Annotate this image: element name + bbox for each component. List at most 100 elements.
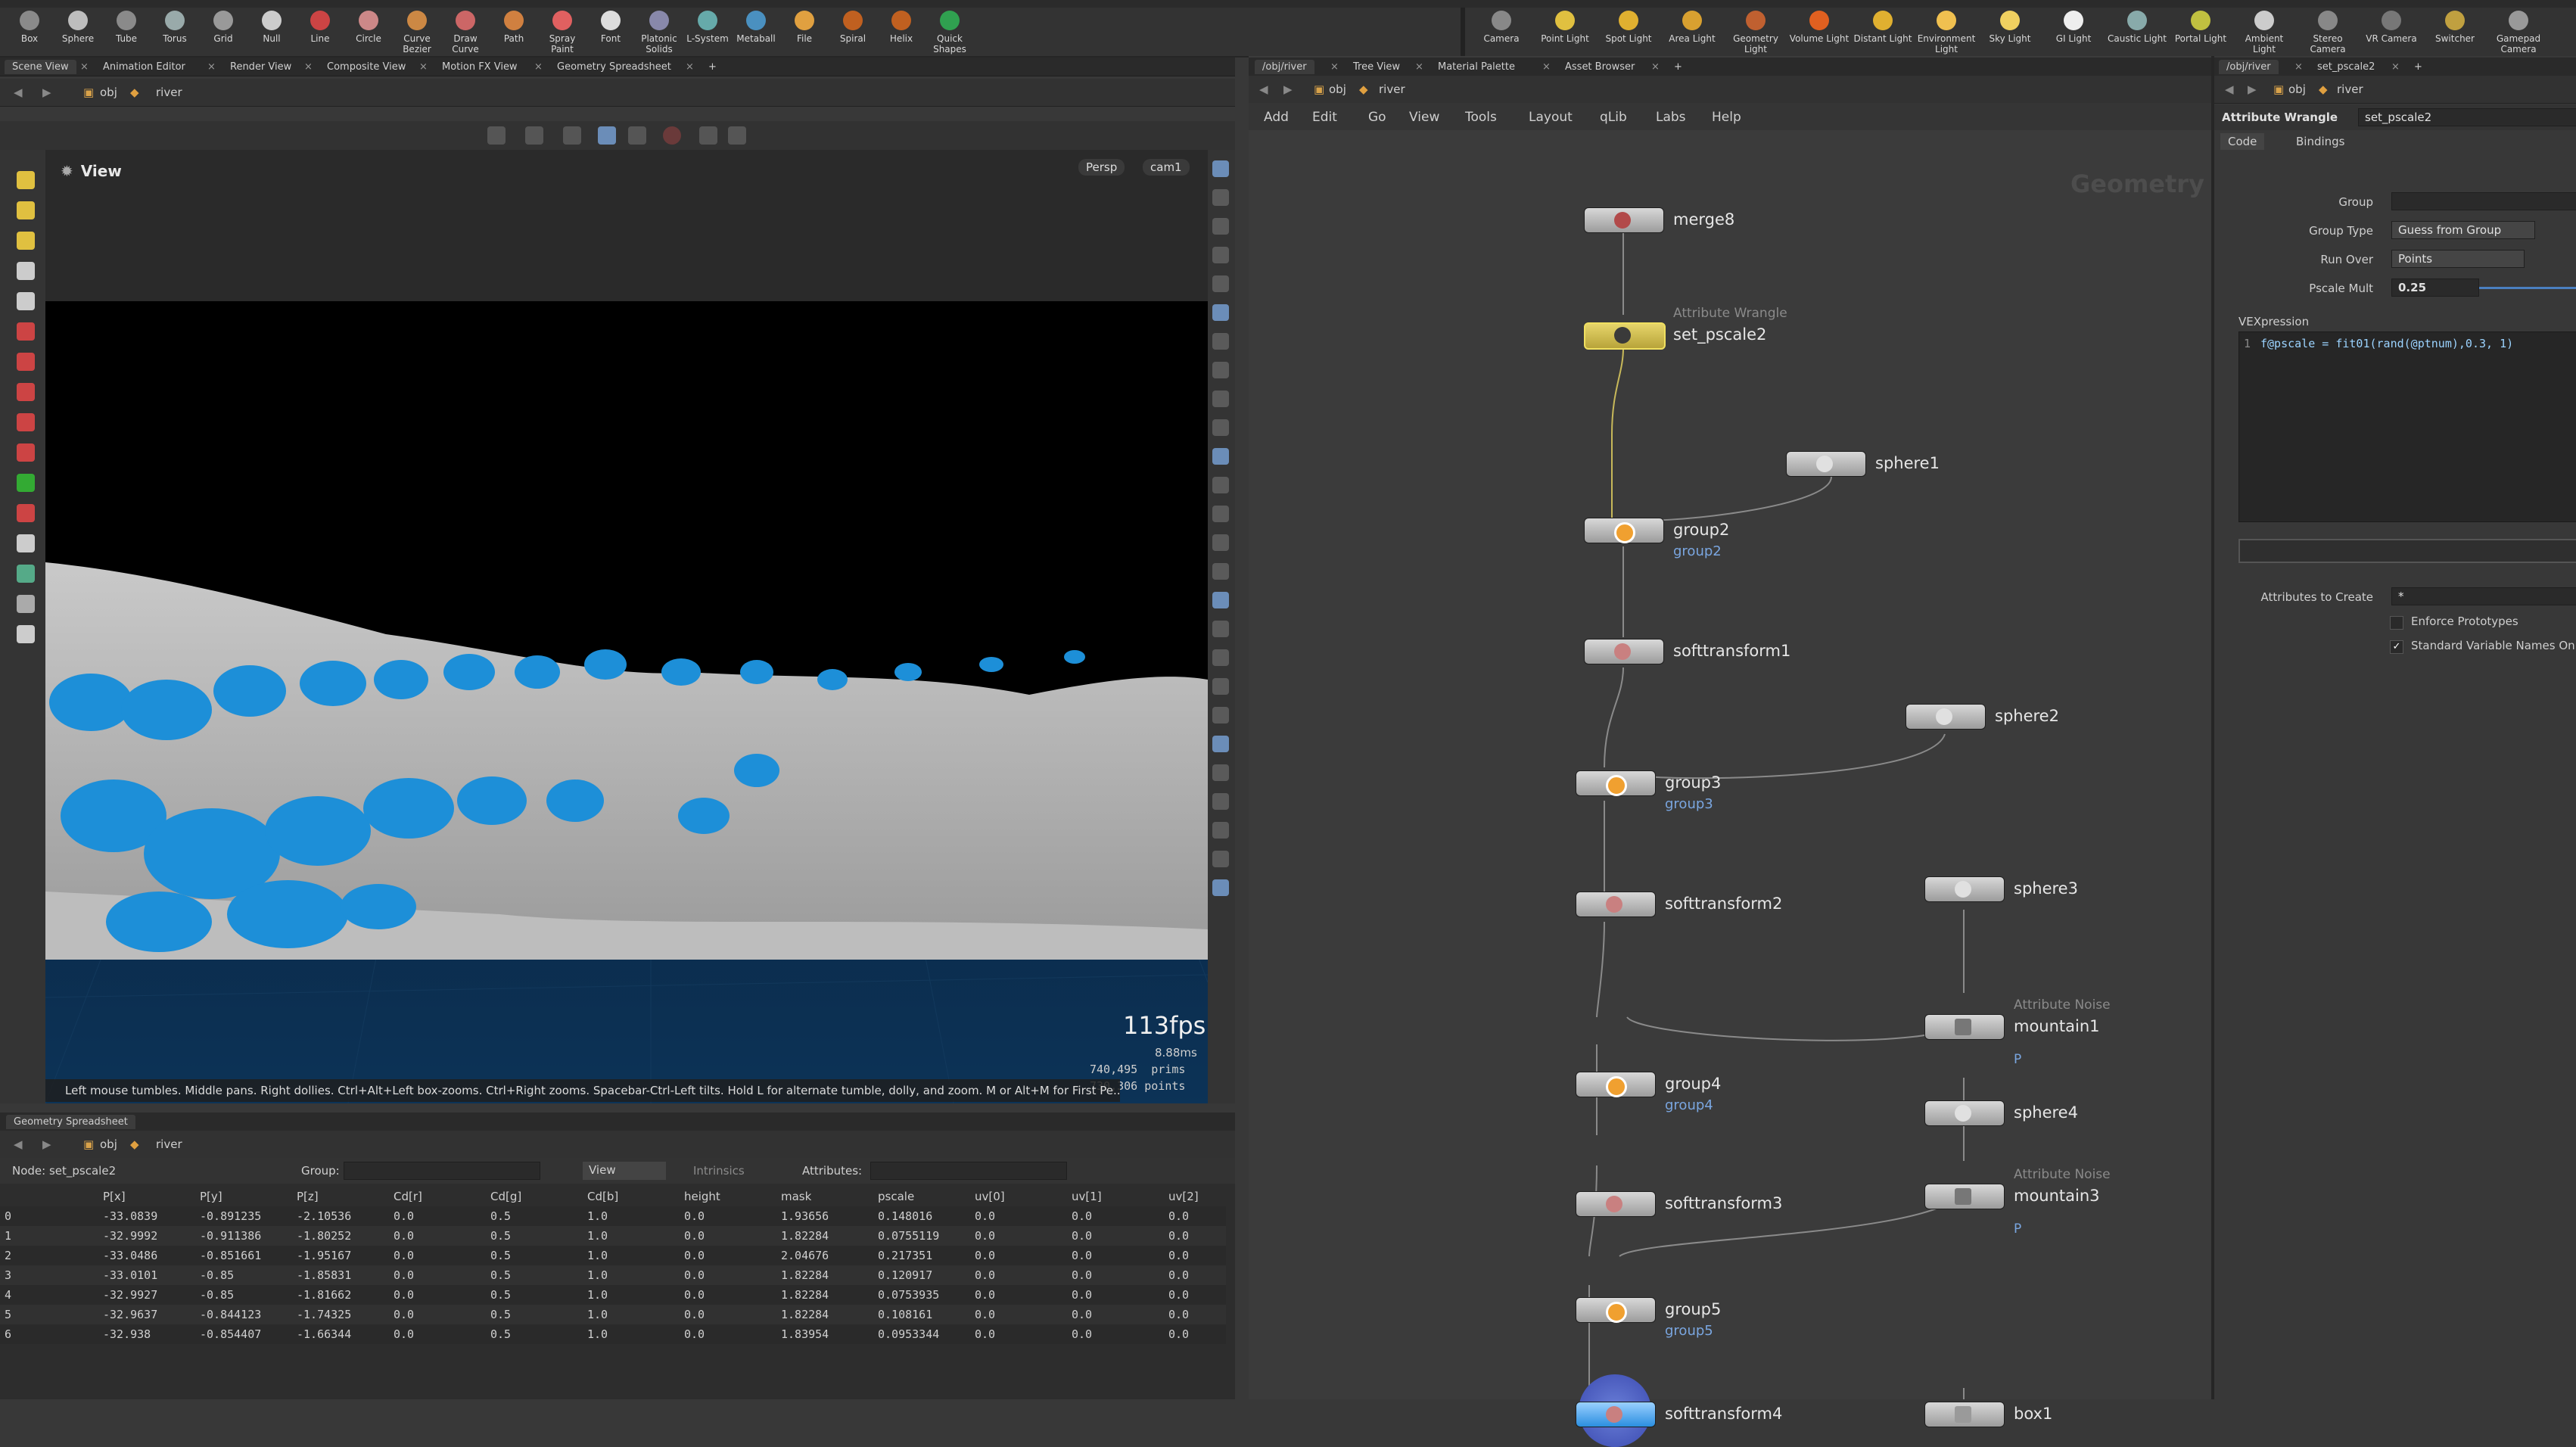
display-option-icon[interactable] [1212,391,1229,407]
camera-mode-icon[interactable] [598,126,616,145]
shelf-tool-quick-shapes[interactable]: Quick Shapes [926,11,973,54]
column-header[interactable]: P[y] [195,1187,292,1206]
persp-menu[interactable]: Persp [1078,159,1125,176]
tab-motion-fx-view[interactable]: Motion FX View [434,60,525,74]
shelf-tool-switcher[interactable]: Switcher [2425,11,2485,44]
viewport-tool-icon[interactable] [17,201,35,219]
viewport-tool-icon[interactable] [17,595,35,613]
forward-arrow-icon[interactable]: ▶ [42,1137,51,1151]
vex-code-text[interactable]: f@pscale = fit01(rand(@ptnum),0.3, 1) [2260,337,2513,350]
table-row[interactable]: 5 -32.9637 -0.844123 -1.74325 0.0 0.5 1.0 0.0 1.… [0,1305,1226,1324]
display-option-icon[interactable] [1212,448,1229,465]
tab-composite-view[interactable]: Composite View [319,60,413,74]
shelf-tool-grid[interactable]: Grid [200,11,247,44]
tab-geometry-spreadsheet[interactable]: Geometry Spreadsheet [6,1115,135,1129]
shelf-tool-gi-light[interactable]: GI Light [2043,11,2104,44]
shelf-tool-stereo-camera[interactable]: Stereo Camera [2298,11,2358,54]
shelf-tool-metaball[interactable]: Metaball [733,11,779,44]
close-tab-icon[interactable]: × [303,60,314,74]
table-row[interactable]: 4 -32.9927 -0.85 -1.81662 0.0 0.5 1.0 0.0 1.8228… [0,1285,1226,1305]
run-over-menu[interactable]: Points [2391,250,2525,268]
column-header[interactable]: Cd[r] [389,1187,486,1206]
column-header[interactable]: P[z] [292,1187,389,1206]
display-option-icon[interactable] [1212,707,1229,724]
table-row[interactable]: 3 -33.0101 -0.85 -1.85831 0.0 0.5 1.0 0.0 1.8228… [0,1265,1226,1285]
viewport-tool-icon[interactable] [17,171,35,189]
pscale-mult-slider[interactable] [2479,287,2576,289]
shelf-tool-null[interactable]: Null [248,11,295,44]
display-option-icon[interactable] [1212,419,1229,436]
shelf-tool-curve-bezier[interactable]: Curve Bezier [394,11,440,54]
shelf-tool-line[interactable]: Line [297,11,344,44]
display-option-icon[interactable] [1212,563,1229,580]
viewport-tool-icon[interactable] [17,232,35,250]
shelf-tool-spot-light[interactable]: Spot Light [1598,11,1659,44]
viewport-tool-icon[interactable] [17,292,35,310]
forward-arrow-icon[interactable]: ▶ [42,86,51,99]
flipbook-icon[interactable] [699,126,717,145]
viewport-tool-icon[interactable] [17,625,35,643]
attrs-to-create-field[interactable]: * [2391,587,2576,605]
network-editor[interactable]: /obj/river × Tree View × Material Palette × As… [1249,56,2211,1447]
display-option-icon[interactable] [1212,333,1229,350]
back-arrow-icon[interactable]: ◀ [14,1137,23,1151]
tab--obj-river[interactable]: /obj/river [2219,60,2279,74]
display-option-icon[interactable] [1212,275,1229,292]
group-filter-input[interactable] [344,1162,540,1180]
display-option-icon[interactable] [1212,736,1229,752]
column-header[interactable]: height [680,1187,776,1206]
tab-animation-editor[interactable]: Animation Editor [95,60,193,74]
column-header[interactable]: P[x] [98,1187,195,1206]
shelf-tool-volume-light[interactable]: Volume Light [1789,11,1850,44]
close-tab-icon[interactable]: × [684,60,695,74]
shelf-tool-caustic-light[interactable]: Caustic Light [2107,11,2167,44]
shelf-tool-font[interactable]: Font [587,11,634,44]
display-option-icon[interactable] [1212,506,1229,522]
add-tab-icon[interactable]: + [701,60,724,74]
path-obj[interactable]: obj [2288,82,2306,96]
column-header[interactable]: Cd[b] [583,1187,680,1206]
shelf-tool-helix[interactable]: Helix [878,11,925,44]
shelf-tool-point-light[interactable]: Point Light [1535,11,1595,44]
display-option-icon[interactable] [1212,793,1229,810]
shelf-tool-sky-light[interactable]: Sky Light [1980,11,2040,44]
shelf-tool-camera[interactable]: Camera [1471,11,1532,44]
table-row[interactable]: 6 -32.938 -0.854407 -1.66344 0.0 0.5 1.0 0.0 1.8… [0,1324,1226,1344]
table-row[interactable]: 0 -33.0839 -0.891235 -2.10536 0.0 0.5 1.0 0.0 1.… [0,1206,1226,1226]
viewport-tool-icon[interactable] [17,353,35,371]
display-option-icon[interactable] [1212,160,1229,177]
viewport-tool-icon[interactable] [17,443,35,462]
display-option-icon[interactable] [1212,678,1229,695]
vex-expand-bar[interactable] [2238,539,2576,563]
column-header[interactable]: mask [776,1187,873,1206]
path-river[interactable]: river [2337,82,2363,96]
close-tab-icon[interactable]: × [533,60,544,74]
tab-scene-view[interactable]: Scene View [5,60,76,74]
column-header[interactable]: uv[2] [1164,1187,1226,1206]
shelf-tool-draw-curve[interactable]: Draw Curve [442,11,489,54]
shelf-tool-vr-camera[interactable]: VR Camera [2361,11,2422,44]
column-header[interactable]: Cd[g] [486,1187,583,1206]
column-header[interactable]: uv[1] [1067,1187,1164,1206]
shelf-tool-ambient-light[interactable]: Ambient Light [2234,11,2294,54]
viewport-tool-icon[interactable] [17,383,35,401]
display-option-icon[interactable] [1212,822,1229,839]
viewport-tool-icon[interactable] [17,413,35,431]
shelf-tool-l-system[interactable]: L-System [684,11,731,44]
enforce-prototypes-checkbox[interactable] [2390,616,2403,630]
add-tab-icon[interactable]: + [2406,60,2430,74]
display-option-icon[interactable] [1212,304,1229,321]
display-option-icon[interactable] [1212,621,1229,637]
table-row[interactable]: 1 -32.9992 -0.911386 -1.80252 0.0 0.5 1.0 0.0 1.… [0,1226,1226,1246]
select-mode-icon[interactable] [487,126,506,145]
pscale-mult-field[interactable]: 0.25 [2391,279,2479,297]
group-type-menu[interactable]: Guess from Group [2391,221,2535,239]
tab-code[interactable]: Code [2220,133,2265,150]
intrinsics-menu[interactable]: Intrinsics [693,1164,745,1178]
snapshot-icon[interactable] [628,126,646,145]
tab-geometry-spreadsheet[interactable]: Geometry Spreadsheet [549,60,679,74]
tab-set-pscale2[interactable]: set_pscale2 [2310,60,2382,74]
path-river[interactable]: river [156,86,182,99]
back-arrow-icon[interactable]: ◀ [14,86,23,99]
tab-bindings[interactable]: Bindings [2288,133,2353,150]
